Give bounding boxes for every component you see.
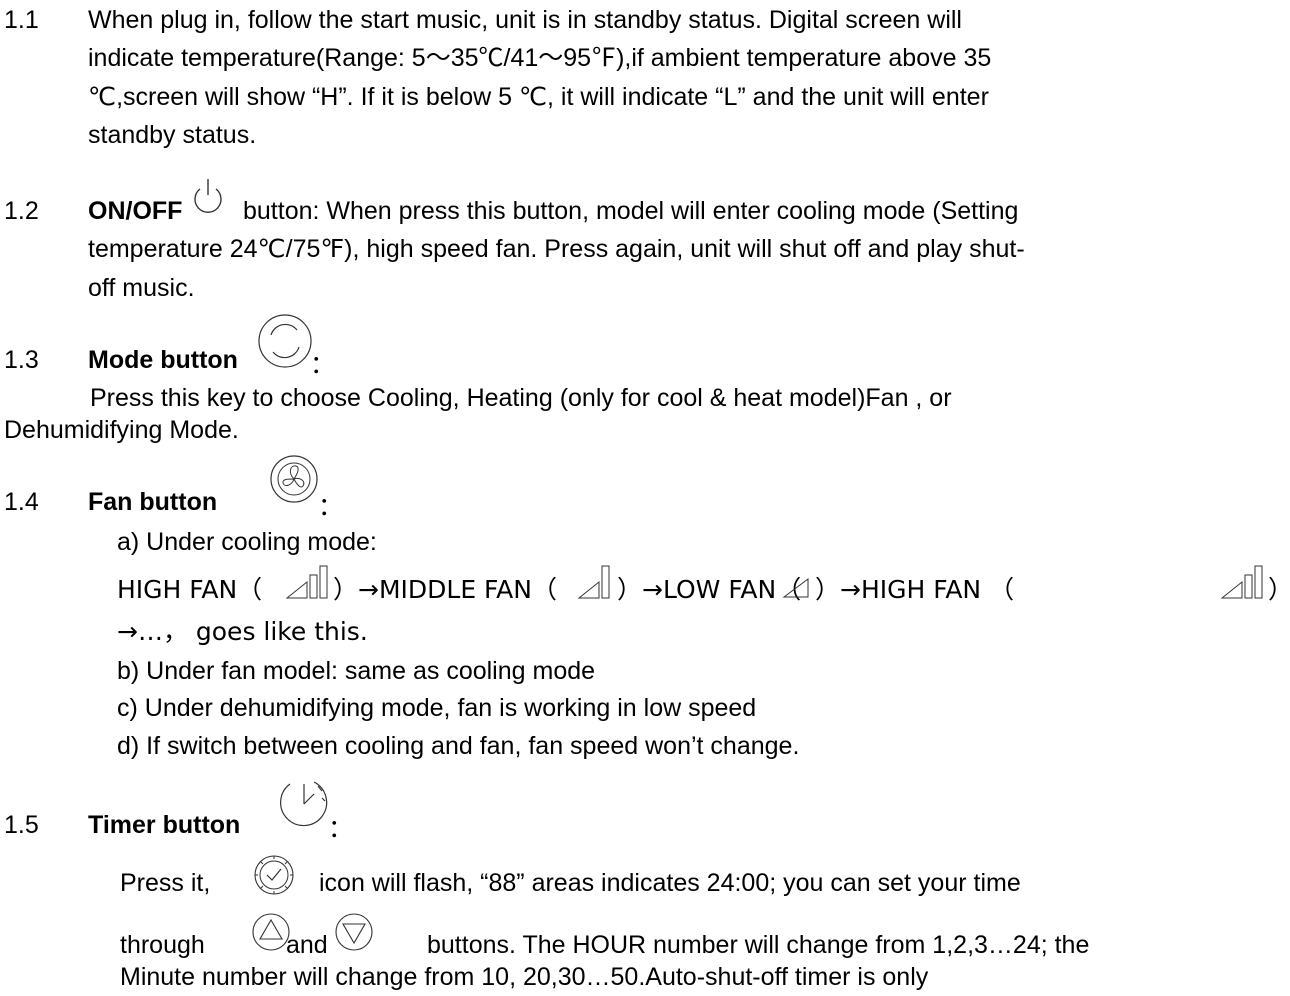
clock-icon bbox=[251, 854, 297, 901]
seq-continue: →…， goes like this. bbox=[117, 617, 368, 646]
s13-line-1: Press this key to choose Cooling, Heatin… bbox=[90, 384, 952, 412]
s15-line-1b: icon will flash, “88” areas indicates 24… bbox=[319, 869, 1021, 897]
up-arrow-icon bbox=[251, 912, 291, 957]
s14-item-b: b) Under fan model: same as cooling mode bbox=[117, 657, 596, 685]
section-number-1-4: 1.4 bbox=[4, 488, 39, 516]
s12-line-2: temperature 24℃/75℉), high speed fan. Pr… bbox=[88, 235, 1025, 263]
fan-middle-icon bbox=[577, 560, 617, 605]
s14-item-c: c) Under dehumidifying mode, fan is work… bbox=[117, 694, 757, 722]
fan-high-icon bbox=[1220, 560, 1268, 605]
s14-colon: ： bbox=[318, 492, 344, 521]
timer-button-label: Timer button bbox=[88, 811, 241, 839]
section-number-1-1: 1.1 bbox=[4, 6, 39, 34]
s11-line-1: When plug in, follow the start music, un… bbox=[88, 6, 962, 34]
s15-colon: ： bbox=[328, 814, 354, 843]
mode-button-label: Mode button bbox=[88, 346, 238, 374]
section-number-1-5: 1.5 bbox=[4, 811, 39, 839]
section-number-1-2: 1.2 bbox=[4, 197, 39, 225]
s13-title: Mode button bbox=[88, 345, 238, 375]
s13-line-2: Dehumidifying Mode. bbox=[4, 416, 239, 444]
s12-line-3: off music. bbox=[88, 274, 195, 302]
seq-high-fan: HIGH FAN（ bbox=[117, 575, 263, 604]
power-icon bbox=[188, 177, 228, 222]
s14-title: Fan button bbox=[88, 487, 217, 517]
section-number-1-3: 1.3 bbox=[4, 346, 39, 374]
seq-end: ） bbox=[1268, 575, 1290, 605]
s14-item-d: d) If switch between cooling and fan, fa… bbox=[117, 732, 800, 760]
fan-low-icon bbox=[782, 567, 812, 604]
s15-title: Timer button bbox=[88, 810, 240, 840]
s15-line-1a: Press it, bbox=[120, 869, 211, 897]
fan-icon bbox=[270, 455, 318, 508]
seq-middle-fan: ）→MIDDLE FAN（ bbox=[333, 575, 557, 604]
fan-button-label: Fan button bbox=[88, 488, 218, 516]
s15-line-2a: through bbox=[120, 931, 205, 959]
s12-title: ON/OFF bbox=[88, 196, 182, 226]
s15-line-2c: buttons. The HOUR number will change fro… bbox=[427, 931, 1090, 959]
s11-line-4: standby status. bbox=[88, 121, 257, 149]
timer-icon bbox=[278, 776, 330, 833]
s11-line-2: indicate temperature(Range: 5～35℃/41～95℉… bbox=[88, 44, 992, 72]
s12-line-1: button: When press this button, model wi… bbox=[243, 197, 1019, 225]
s15-line-2b: and bbox=[286, 931, 328, 959]
seq-high-fan-2: ）→HIGH FAN （ bbox=[815, 575, 1015, 604]
s14-item-a: a) Under cooling mode: bbox=[117, 528, 377, 556]
s11-line-3: ℃,screen will show “H”. If it is below 5… bbox=[88, 83, 989, 111]
seq-low-fan: ）→LOW FAN（ bbox=[617, 575, 802, 604]
fan-high-icon bbox=[285, 560, 333, 605]
down-arrow-icon bbox=[334, 912, 374, 957]
s13-colon: ： bbox=[310, 350, 336, 379]
s15-line-3: Minute number will change from 10, 20,30… bbox=[120, 963, 929, 991]
mode-icon bbox=[257, 313, 313, 374]
on-off-label: ON/OFF bbox=[88, 197, 183, 225]
